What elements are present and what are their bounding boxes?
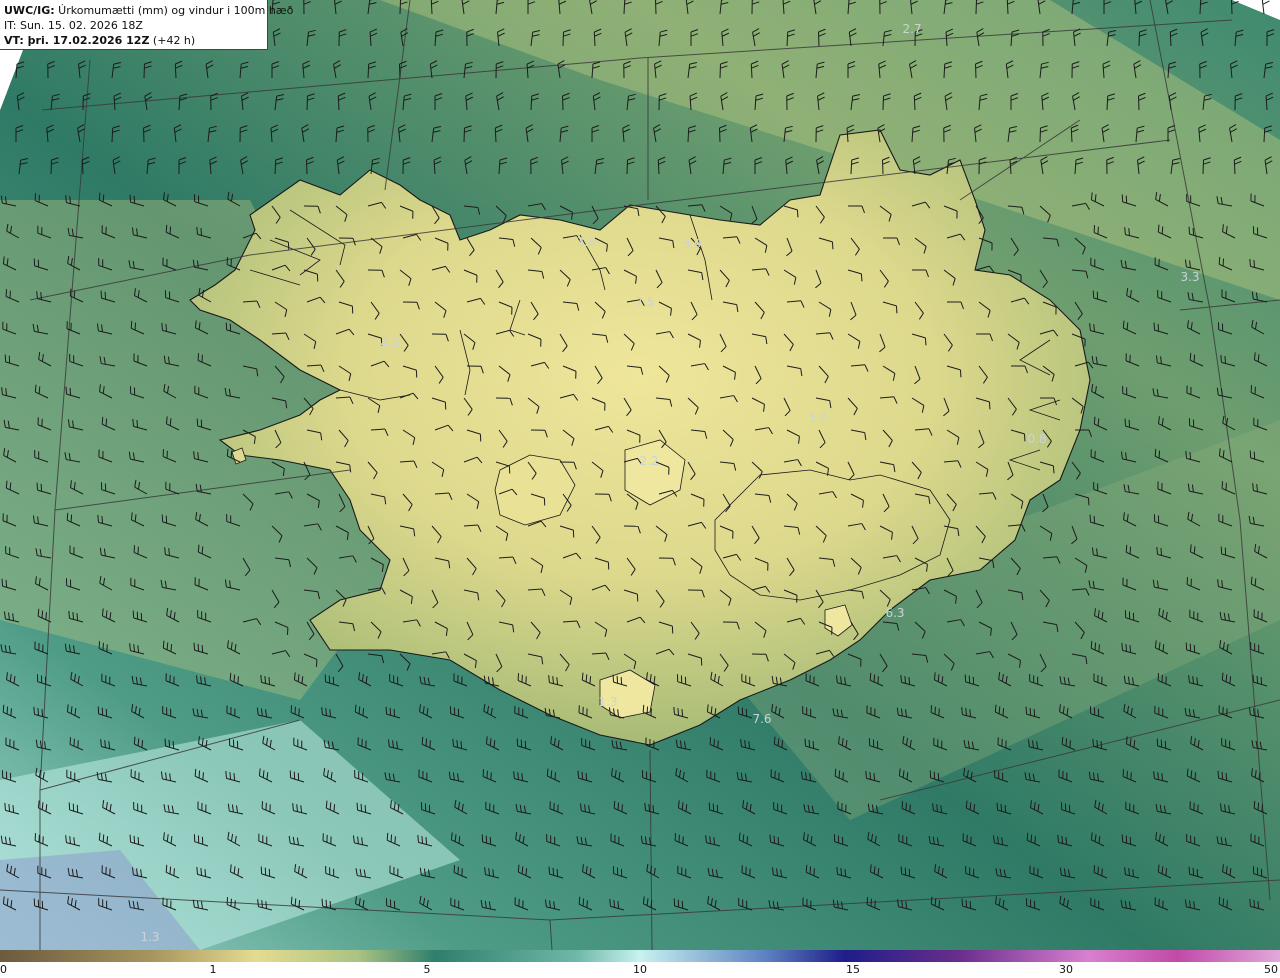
title-line-valid: VT: þri. 17.02.2026 12Z (+42 h): [4, 33, 263, 48]
map-title-box: UWC/IG: Úrkomumætti (mm) og vindur i 100…: [0, 0, 293, 50]
model-label: UWC/IG:: [4, 4, 55, 17]
value-label: 4.0: [380, 336, 399, 350]
value-label: 6.3: [885, 606, 904, 620]
value-label: 1.0: [808, 411, 827, 425]
colorbar-tick: 30: [1059, 963, 1073, 976]
valid-time: VT: þri. 17.02.2026 12Z: [4, 34, 150, 47]
value-label: 1.3: [598, 695, 617, 709]
colorbar-tick: 1: [209, 963, 217, 976]
value-label: 3.8: [576, 235, 595, 249]
field-description: Úrkomumætti (mm) og vindur i 100m hæð: [54, 4, 294, 17]
precipitation-colorbar: [0, 950, 1280, 962]
value-label: 3.9: [682, 237, 701, 251]
value-label: 3.3: [1180, 270, 1199, 284]
wind-barb: [1261, 0, 1270, 15]
colorbar-tick: 15: [846, 963, 860, 976]
init-time: IT: Sun. 15. 02. 2026 18Z: [4, 19, 143, 32]
title-line-model: UWC/IG: Úrkomumætti (mm) og vindur i 100…: [4, 3, 293, 18]
value-label: 7.5: [635, 295, 654, 309]
value-label: 0.8: [1027, 432, 1046, 446]
colorbar-ticks: 0 1 5 10 15 30 50: [0, 962, 1280, 978]
colorbar-tick: 5: [423, 963, 431, 976]
forecast-lead: (+42 h): [149, 34, 196, 47]
value-label: 2.2: [639, 454, 658, 468]
value-label: 2.7: [902, 22, 921, 36]
colorbar-tick: 0: [0, 963, 7, 976]
value-label: 7.6: [752, 712, 771, 726]
precipitation-wind-map[interactable]: 2.7 3.8 3.9 7.5 4.0 3.3 1.0 0.8 2.2 6.3 1.3 7.6 1.3: [0, 0, 1280, 950]
colorbar-tick: 10: [633, 963, 647, 976]
value-label: 1.3: [140, 930, 159, 944]
colorbar-tick: 50: [1264, 963, 1278, 976]
colorbar-gradient: [0, 950, 1280, 962]
